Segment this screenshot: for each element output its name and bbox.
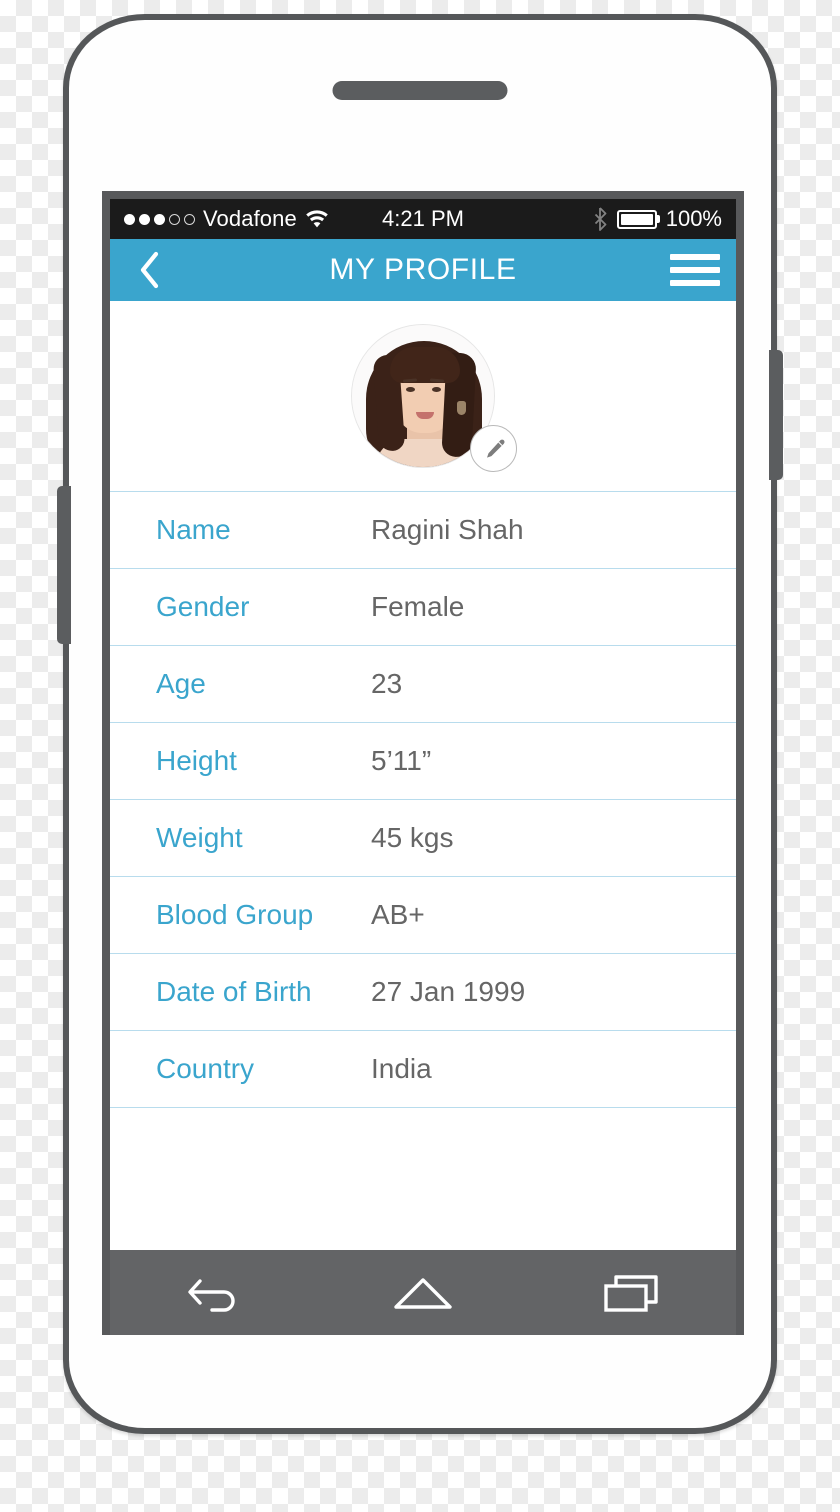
- info-label: Date of Birth: [156, 976, 312, 1007]
- android-back-button[interactable]: [169, 1265, 259, 1321]
- pencil-icon: [486, 439, 505, 458]
- battery-full-icon: [616, 209, 657, 229]
- android-recents-button[interactable]: [587, 1265, 677, 1321]
- signal-strength-icon: [124, 213, 195, 225]
- avatar-section: [110, 301, 736, 492]
- info-label: Age: [156, 668, 206, 699]
- status-bar-center: 4:21 PM: [382, 206, 464, 232]
- status-bar: Vodafone 4:21 PM 100%: [110, 199, 736, 239]
- clock: 4:21 PM: [382, 206, 464, 231]
- table-row[interactable]: Age 23: [110, 646, 736, 723]
- table-row[interactable]: Name Ragini Shah: [110, 492, 736, 569]
- chevron-left-icon: [140, 251, 159, 289]
- bluetooth-icon: [594, 207, 607, 231]
- power-button[interactable]: [769, 350, 783, 480]
- edit-avatar-button[interactable]: [470, 425, 517, 472]
- android-home-button[interactable]: [378, 1265, 468, 1321]
- table-row[interactable]: Weight 45 kgs: [110, 800, 736, 877]
- table-row[interactable]: Gender Female: [110, 569, 736, 646]
- profile-info-list: Name Ragini Shah Gender Female Age 23 He…: [110, 492, 736, 1108]
- info-label: Country: [156, 1053, 255, 1084]
- back-button[interactable]: [126, 247, 172, 293]
- page-title: MY PROFILE: [329, 253, 517, 286]
- info-label: Gender: [156, 591, 250, 622]
- battery-percent: 100%: [665, 206, 722, 231]
- table-row[interactable]: Blood Group AB+: [110, 877, 736, 954]
- info-value: Female: [371, 591, 465, 622]
- hamburger-menu-icon[interactable]: [670, 247, 720, 293]
- info-value: AB+: [371, 899, 425, 930]
- phone-device-frame: Vodafone 4:21 PM 100% MY PROFILE Name Ra…: [57, 14, 783, 1434]
- status-bar-right: 100%: [464, 206, 722, 232]
- app-header: MY PROFILE: [110, 239, 736, 301]
- wifi-icon: [305, 209, 328, 227]
- android-navigation-bar: [110, 1250, 736, 1335]
- phone-screen: Vodafone 4:21 PM 100% MY PROFILE Name Ra…: [110, 199, 736, 1335]
- android-recents-icon: [603, 1274, 658, 1312]
- table-row[interactable]: Country India: [110, 1031, 736, 1108]
- volume-button[interactable]: [57, 486, 71, 644]
- info-label: Name: [156, 514, 231, 545]
- android-back-icon: [188, 1278, 236, 1312]
- info-label: Height: [156, 745, 237, 776]
- info-value: 23: [371, 668, 403, 699]
- earpiece-speaker: [332, 81, 508, 100]
- info-label: Weight: [156, 822, 243, 853]
- status-bar-left: Vodafone: [124, 206, 382, 232]
- table-row[interactable]: Height 5’11”: [110, 723, 736, 800]
- table-row[interactable]: Date of Birth 27 Jan 1999: [110, 954, 736, 1031]
- info-value: 5’11”: [371, 745, 432, 776]
- info-value: Ragini Shah: [371, 514, 524, 545]
- screen-bezel: Vodafone 4:21 PM 100% MY PROFILE Name Ra…: [102, 191, 744, 1335]
- info-value: 45 kgs: [371, 822, 454, 853]
- carrier-name: Vodafone: [203, 206, 297, 231]
- avatar-wrapper: [351, 324, 517, 472]
- info-value: India: [371, 1053, 432, 1084]
- profile-content: Name Ragini Shah Gender Female Age 23 He…: [110, 301, 736, 1250]
- info-label: Blood Group: [156, 899, 314, 930]
- info-value: 27 Jan 1999: [371, 976, 526, 1007]
- android-home-icon: [394, 1277, 452, 1309]
